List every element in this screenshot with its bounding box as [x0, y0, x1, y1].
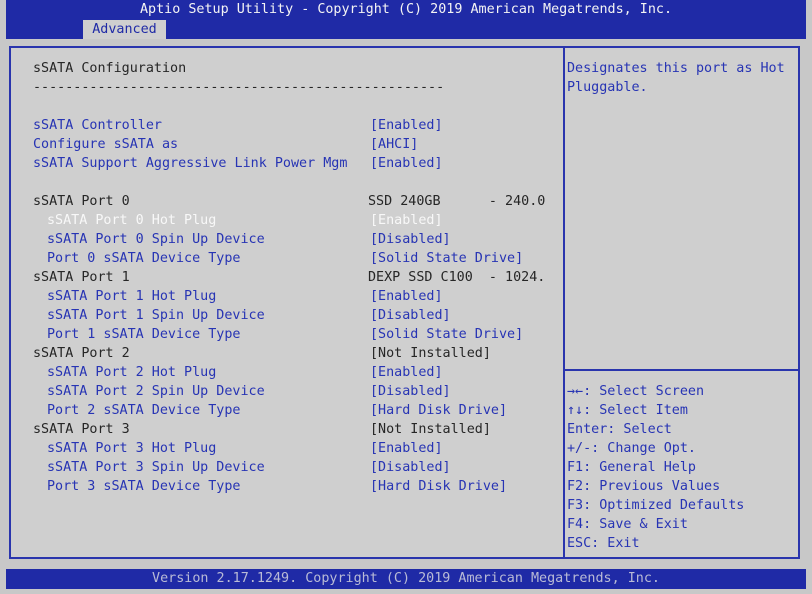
port1-spin-value[interactable]: [Disabled]: [370, 306, 451, 325]
port1-type-value[interactable]: [Solid State Drive]: [370, 325, 523, 344]
port0-spin-value[interactable]: [Disabled]: [370, 230, 451, 249]
key-save-exit: F4: Save & Exit: [567, 517, 688, 532]
port2-type-value[interactable]: [Hard Disk Drive]: [370, 401, 507, 420]
port1-hot-plug-label[interactable]: sSATA Port 1 Hot Plug: [47, 287, 216, 306]
key-esc-exit: ESC: Exit: [567, 536, 640, 551]
port3-type-label[interactable]: Port 3 sSATA Device Type: [47, 477, 240, 496]
port0-type-label[interactable]: Port 0 sSATA Device Type: [47, 249, 240, 268]
setting-ssata-controller-value[interactable]: [Enabled]: [370, 116, 443, 135]
app-title: Aptio Setup Utility - Copyright (C) 2019…: [139, 2, 673, 17]
port1-type-label[interactable]: Port 1 sSATA Device Type: [47, 325, 240, 344]
setting-alpm-value[interactable]: [Enabled]: [370, 154, 443, 173]
port1-header: sSATA Port 1: [33, 270, 130, 285]
title-bar: Aptio Setup Utility - Copyright (C) 2019…: [6, 0, 806, 39]
port2-hot-plug-label[interactable]: sSATA Port 2 Hot Plug: [47, 363, 216, 382]
port3-header: sSATA Port 3: [33, 422, 130, 437]
key-select-item: ↑↓: Select Item: [567, 403, 688, 418]
key-optimized-defaults: F3: Optimized Defaults: [567, 498, 745, 513]
port1-info: DEXP SSD C100 - 1024.: [368, 270, 546, 285]
setting-configure-ssata-label[interactable]: Configure sSATA as: [33, 135, 178, 154]
port2-hot-plug-value[interactable]: [Enabled]: [370, 363, 443, 382]
port0-type-value[interactable]: [Solid State Drive]: [370, 249, 523, 268]
panel-divider: [563, 48, 565, 557]
setting-ssata-controller-label[interactable]: sSATA Controller: [33, 116, 162, 135]
port1-spin-label[interactable]: sSATA Port 1 Spin Up Device: [47, 306, 265, 325]
port2-spin-value[interactable]: [Disabled]: [370, 382, 451, 401]
key-previous-values: F2: Previous Values: [567, 479, 721, 494]
key-change-opt: +/-: Change Opt.: [567, 441, 696, 456]
port0-spin-label[interactable]: sSATA Port 0 Spin Up Device: [47, 230, 265, 249]
port2-header: sSATA Port 2: [33, 346, 130, 361]
port3-spin-value[interactable]: [Disabled]: [370, 458, 451, 477]
port0-info: SSD 240GB - 240.0: [368, 194, 546, 209]
key-select-screen: →←: Select Screen: [567, 384, 705, 399]
port0-header: sSATA Port 0: [33, 194, 130, 209]
help-text-line-2: Pluggable.: [567, 80, 648, 95]
help-text-line-1: Designates this port as Hot: [567, 61, 785, 76]
setting-configure-ssata-value[interactable]: [AHCI]: [370, 135, 418, 154]
port2-type-label[interactable]: Port 2 sSATA Device Type: [47, 401, 240, 420]
port3-hot-plug-label[interactable]: sSATA Port 3 Hot Plug: [47, 439, 216, 458]
key-general-help: F1: General Help: [567, 460, 696, 475]
help-separator: [565, 369, 798, 371]
port3-type-value[interactable]: [Hard Disk Drive]: [370, 477, 507, 496]
port1-hot-plug-value[interactable]: [Enabled]: [370, 287, 443, 306]
port3-spin-label[interactable]: sSATA Port 3 Spin Up Device: [47, 458, 265, 477]
setting-alpm-label[interactable]: sSATA Support Aggressive Link Power Mgm: [33, 154, 347, 173]
port3-info: [Not Installed]: [370, 422, 491, 437]
main-frame: sSATA Configuration --------------------…: [9, 46, 800, 559]
footer-version: Version 2.17.1249. Copyright (C) 2019 Am…: [6, 569, 806, 589]
port2-info: [Not Installed]: [370, 346, 491, 361]
title-separator: ----------------------------------------…: [33, 80, 445, 95]
port0-hot-plug-label[interactable]: sSATA Port 0 Hot Plug: [47, 211, 216, 230]
port2-spin-label[interactable]: sSATA Port 2 Spin Up Device: [47, 382, 265, 401]
port3-hot-plug-value[interactable]: [Enabled]: [370, 439, 443, 458]
tab-advanced[interactable]: Advanced: [83, 20, 166, 39]
key-enter: Enter: Select: [567, 422, 672, 437]
page-title: sSATA Configuration: [33, 61, 187, 76]
port0-hot-plug-value[interactable]: [Enabled]: [370, 211, 443, 230]
